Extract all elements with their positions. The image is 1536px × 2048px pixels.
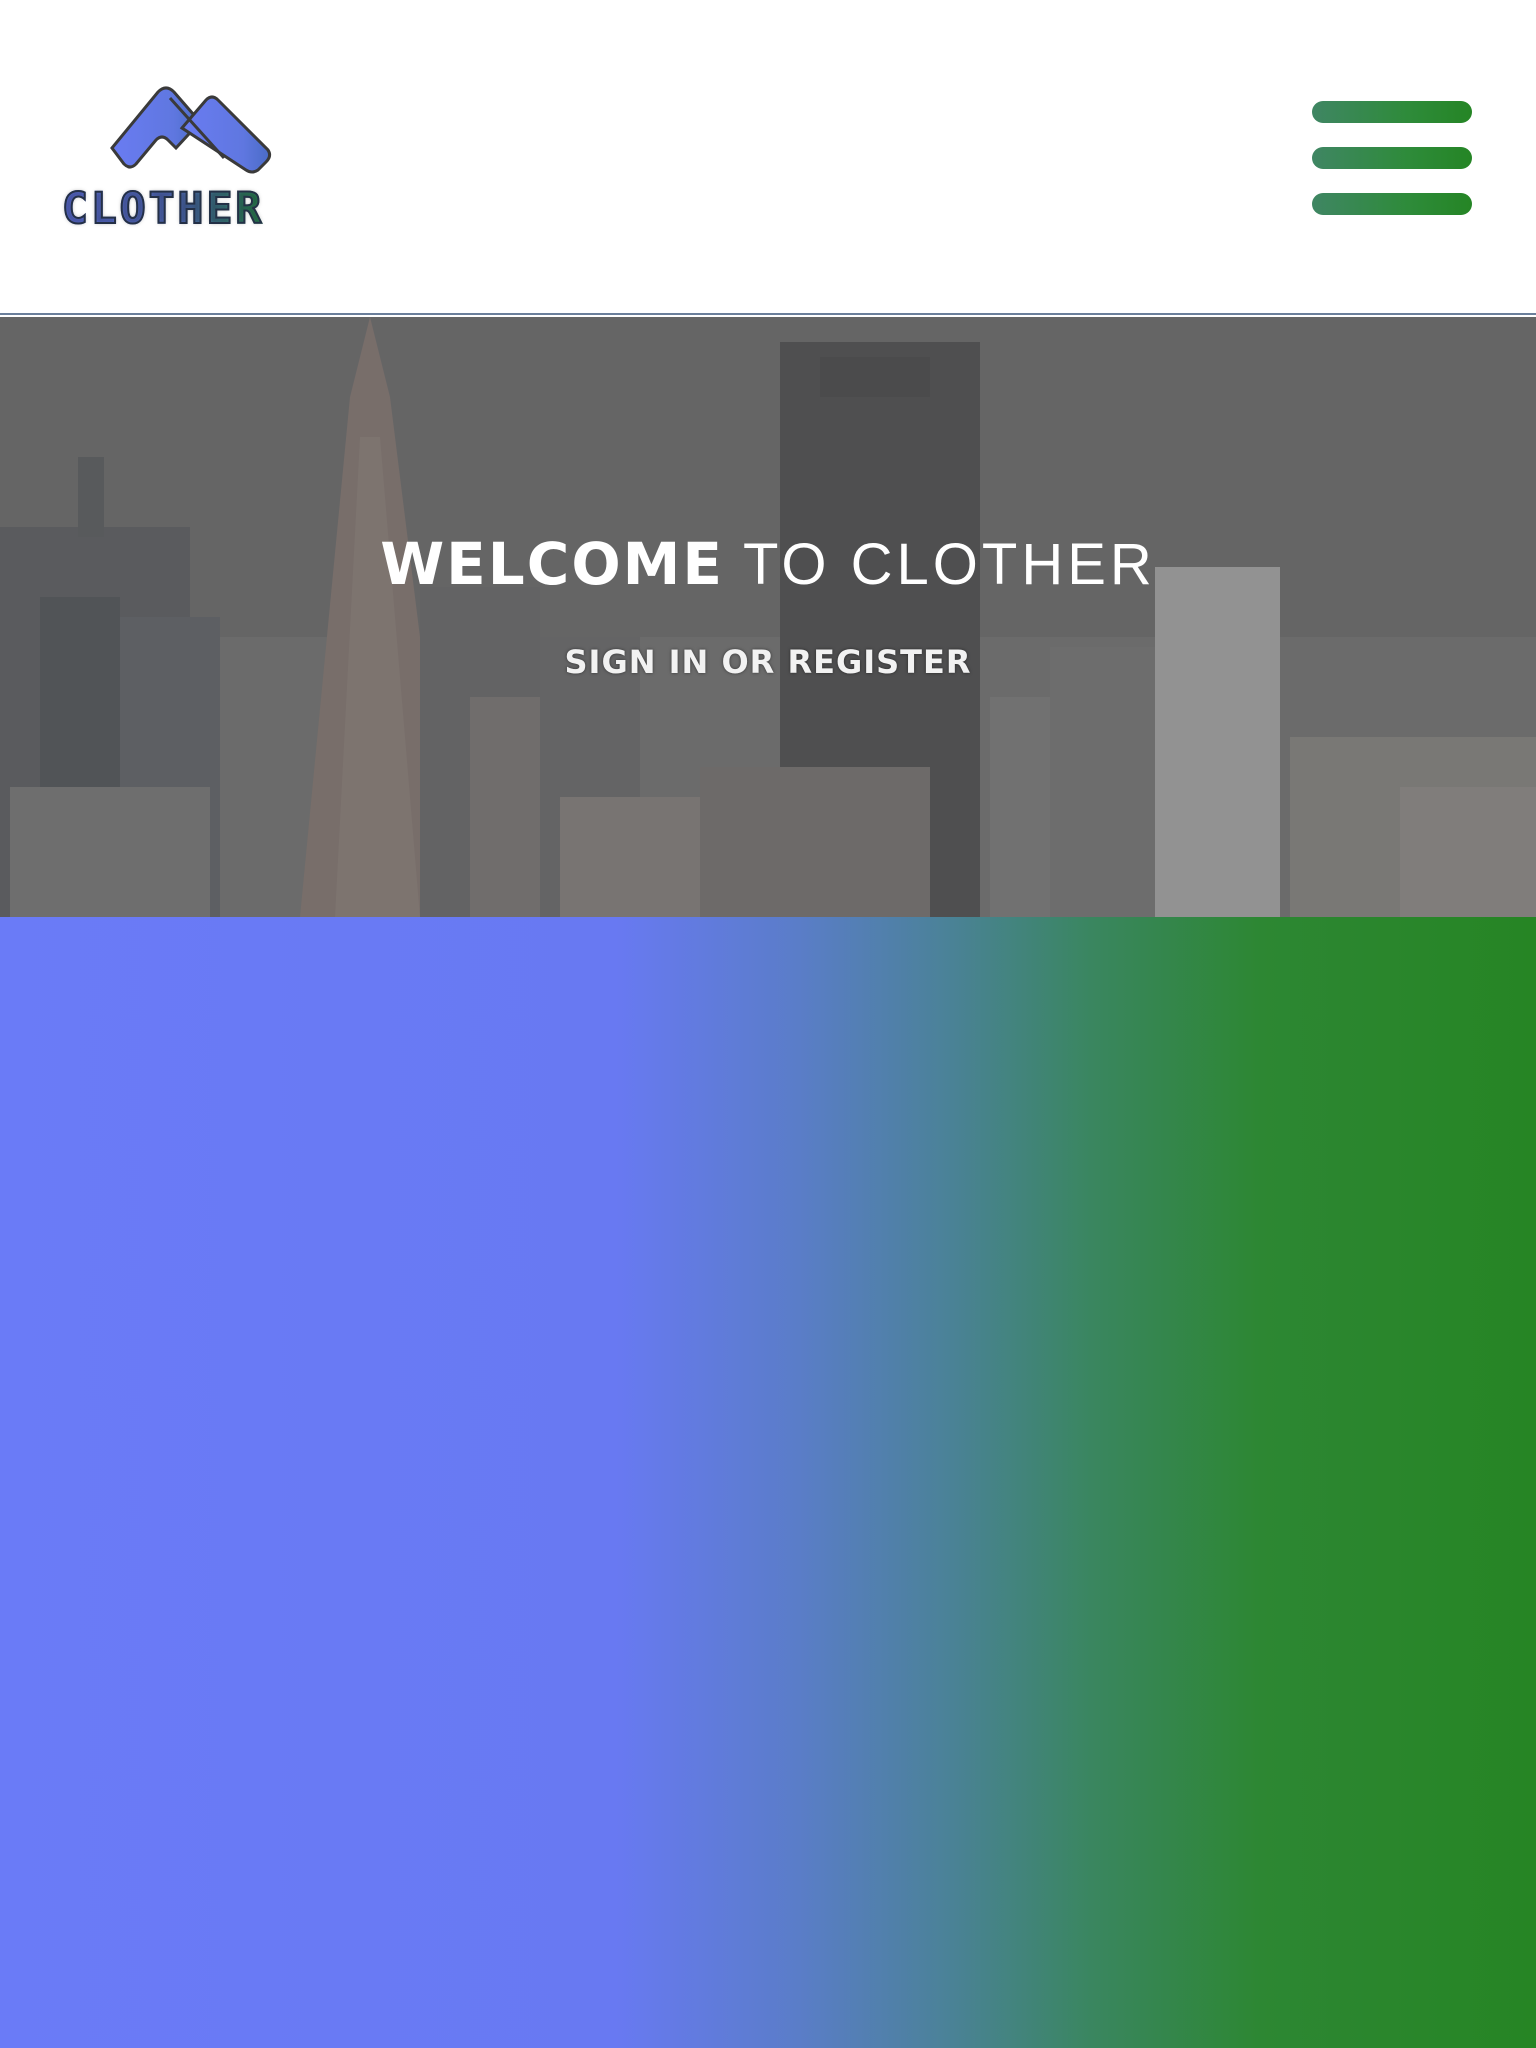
sign-in-or-register-link[interactable]: SIGN IN OR REGISTER: [556, 639, 980, 685]
hero-title-bold: WELCOME: [380, 530, 724, 598]
hero-title: WELCOME TO CLOTHER: [0, 535, 1536, 594]
hero-banner: WELCOME TO CLOTHER SIGN IN OR REGISTER: [0, 317, 1536, 917]
hamburger-menu-button[interactable]: [1310, 100, 1474, 220]
hamburger-menu-icon: [1312, 101, 1472, 123]
hero-title-light: TO CLOTHER: [723, 532, 1156, 597]
clother-logo-icon: [110, 86, 272, 174]
site-logo[interactable]: CLOTHER: [58, 82, 324, 236]
gradient-content-area: [0, 917, 1536, 2048]
hamburger-menu-bar: [1312, 147, 1472, 169]
hero-overlay: [0, 317, 1536, 917]
site-header: CLOTHER: [0, 0, 1536, 315]
hamburger-menu-bar: [1312, 193, 1472, 215]
logo-wordmark: CLOTHER: [61, 184, 265, 234]
